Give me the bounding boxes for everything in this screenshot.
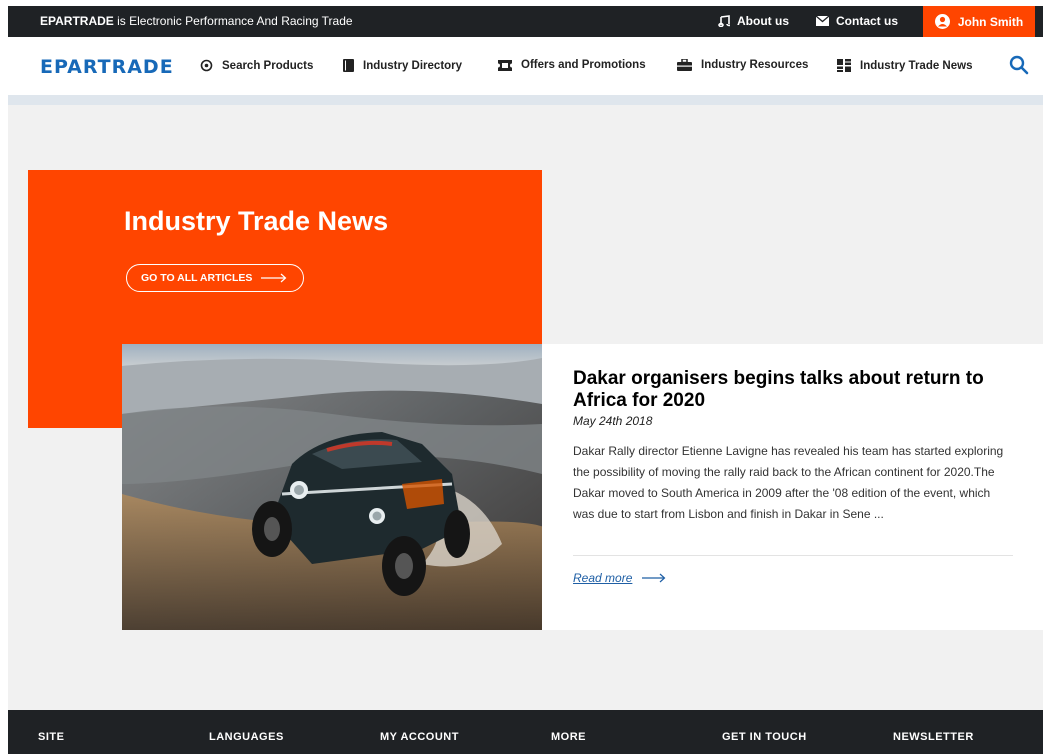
article-card: Dakar organisers begins talks about retu… [542, 344, 1043, 630]
logo[interactable]: EPARTRADE [40, 56, 174, 78]
footer-my-account[interactable]: MY ACCOUNT [380, 731, 459, 743]
article-excerpt: Dakar Rally director Etienne Lavigne has… [573, 444, 1004, 521]
footer-newsletter[interactable]: NEWSLETTER [893, 731, 974, 743]
music-note-icon [718, 15, 730, 27]
user-menu[interactable]: John Smith [923, 6, 1035, 37]
user-name: John Smith [957, 14, 1024, 29]
nav-item-industry-resources[interactable]: Industry Resources [677, 59, 808, 71]
article-image[interactable] [122, 344, 542, 630]
top-bar: EPARTRADE is Electronic Performance And … [8, 6, 1043, 37]
footer-more[interactable]: MORE [551, 731, 586, 743]
nav-item-label: Industry Resources [701, 59, 809, 71]
search-button[interactable] [1009, 55, 1029, 80]
ticket-icon [498, 59, 512, 71]
toolbox-icon [677, 59, 692, 71]
contact-link[interactable]: Contact us [816, 14, 898, 28]
tagline-text: is Electronic Performance And Racing Tra… [113, 14, 353, 28]
rally-car-photo [122, 344, 542, 630]
footer-get-in-touch[interactable]: GET IN TOUCH [722, 731, 807, 743]
mail-icon [816, 16, 829, 26]
footer-site[interactable]: SITE [38, 731, 64, 743]
tagline-brand: EPARTRADE [40, 14, 114, 28]
all-articles-label: GO TO ALL ARTICLES [141, 272, 253, 284]
nav-divider [8, 95, 1043, 105]
main-nav: EPARTRADE Search Products Industry Direc… [8, 37, 1043, 95]
nav-item-label: Industry Trade News [860, 59, 973, 72]
news-icon [837, 59, 851, 72]
contact-label: Contact us [836, 14, 899, 28]
all-articles-button[interactable]: GO TO ALL ARTICLES [126, 264, 304, 292]
nav-item-industry-directory[interactable]: Industry Directory [343, 59, 462, 72]
read-more-label: Read more [573, 571, 633, 585]
footer-languages[interactable]: LANGUAGES [209, 731, 284, 743]
book-icon [343, 59, 354, 72]
nav-item-search-products[interactable]: Search Products [200, 59, 313, 72]
nav-item-industry-trade-news[interactable]: Industry Trade News [837, 59, 972, 72]
about-label: About us [737, 14, 789, 28]
tagline: EPARTRADE is Electronic Performance And … [40, 14, 353, 28]
arrow-right-icon [642, 573, 666, 583]
search-icon [1009, 55, 1029, 75]
target-icon [200, 59, 213, 72]
arrow-right-icon [261, 273, 287, 283]
about-link[interactable]: About us [718, 14, 789, 28]
read-more-link[interactable]: Read more [573, 571, 666, 585]
nav-item-label: Offers and Promotions [521, 59, 646, 71]
nav-item-label: Industry Directory [363, 59, 463, 72]
footer: SITE LANGUAGES MY ACCOUNT MORE GET IN TO… [8, 710, 1043, 754]
article-date: May 24th 2018 [573, 414, 653, 428]
article-headline[interactable]: Dakar organisers begins talks about retu… [573, 368, 993, 412]
nav-item-label: Search Products [222, 59, 314, 72]
user-icon [934, 14, 950, 29]
page-title: Industry Trade News [124, 206, 389, 236]
card-divider [573, 555, 1013, 556]
nav-item-offers-promotions[interactable]: Offers and Promotions [498, 59, 646, 71]
